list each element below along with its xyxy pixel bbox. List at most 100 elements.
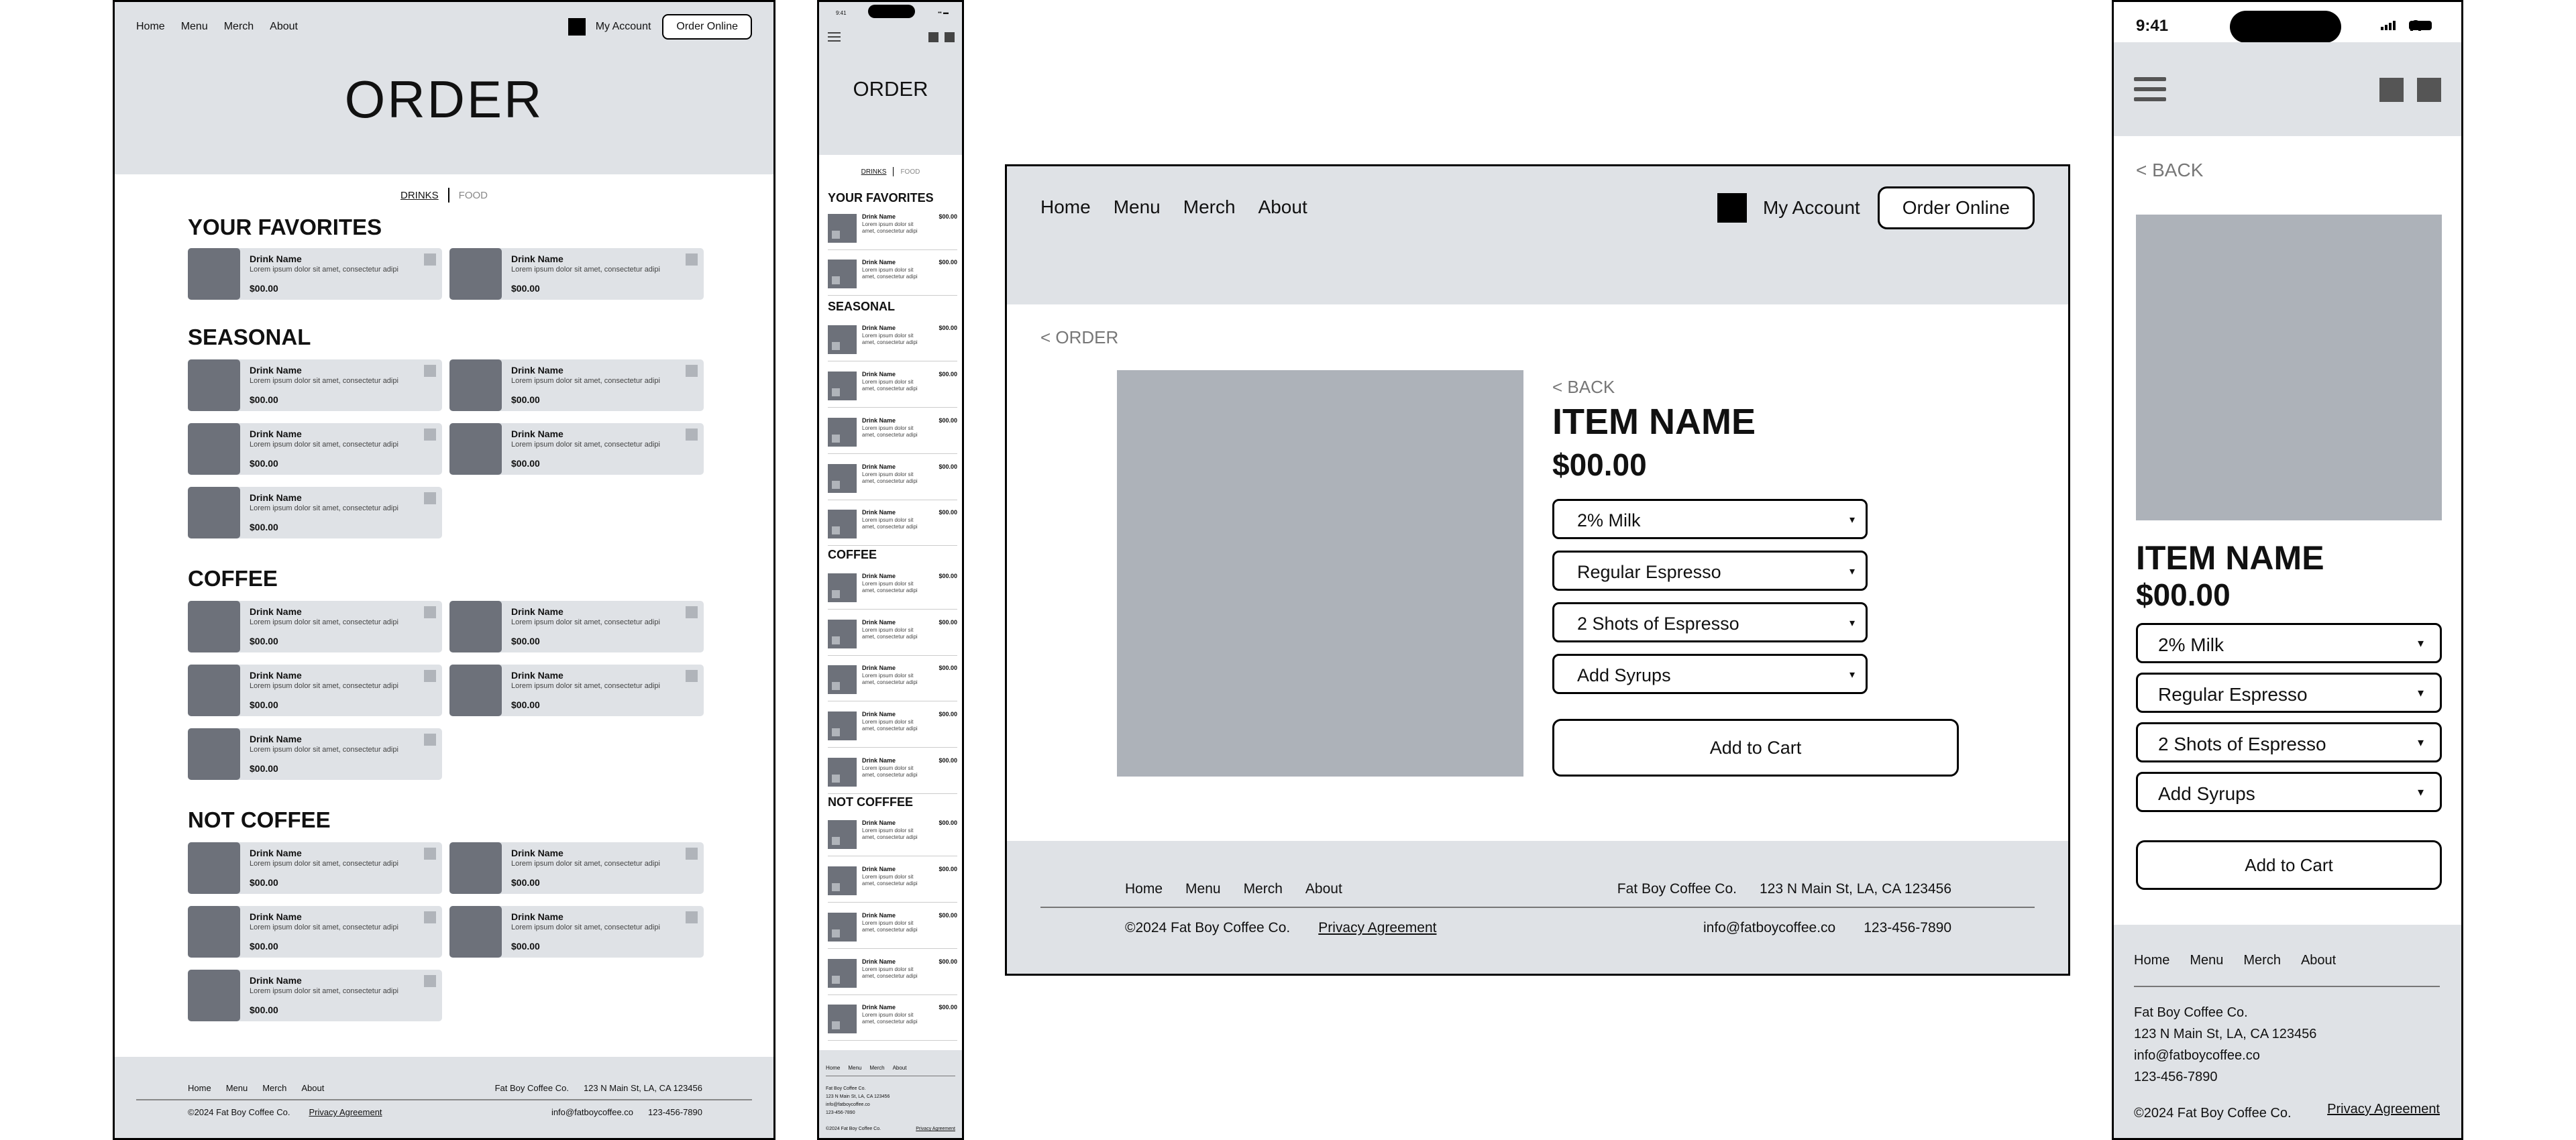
add-icon[interactable]	[686, 253, 698, 266]
drink-list-item[interactable]: Drink Name $00.00 Lorem ipsum dolor sit am…	[828, 462, 957, 501]
add-icon[interactable]	[424, 734, 436, 746]
footer-phone[interactable]: 123-456-7890	[1864, 920, 1951, 936]
drink-card[interactable]: Drink Name Lorem ipsum dolor sit amet, co…	[449, 359, 704, 411]
breadcrumb[interactable]: < ORDER	[1040, 327, 1118, 348]
drink-list-item[interactable]: Drink Name $00.00 Lorem ipsum dolor sit am…	[828, 258, 957, 296]
cart-icon[interactable]	[2417, 78, 2441, 102]
footer-nav-merch[interactable]: Merch	[869, 1065, 884, 1071]
drink-card[interactable]: Drink Name Lorem ipsum dolor sit amet, co…	[449, 906, 704, 958]
tab-drinks[interactable]: DRINKS	[400, 190, 439, 201]
drink-card[interactable]: Drink Name Lorem ipsum dolor sit amet, co…	[188, 423, 442, 475]
drink-card[interactable]: Drink Name Lorem ipsum dolor sit amet, co…	[449, 423, 704, 475]
add-icon[interactable]	[424, 606, 436, 618]
footer-nav-menu[interactable]: Menu	[848, 1065, 861, 1071]
drink-list-item[interactable]: Drink Name $00.00 Lorem ipsum dolor sit am…	[828, 212, 957, 251]
cart-icon[interactable]	[945, 32, 955, 42]
tab-drinks[interactable]: DRINKS	[861, 168, 887, 176]
my-account-link[interactable]: My Account	[596, 21, 651, 33]
add-icon[interactable]	[424, 492, 436, 504]
add-icon[interactable]	[686, 670, 698, 682]
drink-list-item[interactable]: Drink Name $00.00 Lorem ipsum dolor sit am…	[828, 1003, 957, 1041]
my-account-link[interactable]: My Account	[1763, 197, 1860, 219]
drink-list-item[interactable]: Drink Name $00.00 Lorem ipsum dolor sit am…	[828, 416, 957, 455]
option-select[interactable]: Add Syrups ▾	[2136, 772, 2442, 812]
drink-card[interactable]: Drink Name Lorem ipsum dolor sit amet, co…	[449, 248, 704, 300]
drink-list-item[interactable]: Drink Name $00.00 Lorem ipsum dolor sit am…	[828, 618, 957, 657]
nav-about[interactable]: About	[1258, 196, 1307, 218]
account-icon[interactable]	[1717, 193, 1747, 223]
option-select[interactable]: 2 Shots of Espresso ▾	[2136, 722, 2442, 762]
footer-email[interactable]: info@fatboycoffee.co	[551, 1107, 633, 1117]
option-select[interactable]: 2% Milk ▾	[1552, 499, 1868, 539]
nav-about[interactable]: About	[270, 21, 298, 33]
nav-merch[interactable]: Merch	[1183, 196, 1236, 218]
privacy-link[interactable]: Privacy Agreement	[309, 1107, 382, 1117]
drink-card[interactable]: Drink Name Lorem ipsum dolor sit amet, co…	[188, 665, 442, 716]
drink-list-item[interactable]: Drink Name $00.00 Lorem ipsum dolor sit am…	[828, 369, 957, 408]
drink-list-item[interactable]: Drink Name $00.00 Lorem ipsum dolor sit am…	[828, 508, 957, 547]
drink-card[interactable]: Drink Name Lorem ipsum dolor sit amet, co…	[188, 248, 442, 300]
footer-nav-menu[interactable]: Menu	[226, 1083, 248, 1093]
add-icon[interactable]	[424, 975, 436, 987]
option-select[interactable]: Regular Espresso ▾	[1552, 551, 1868, 591]
drink-card[interactable]: Drink Name Lorem ipsum dolor sit amet, co…	[449, 842, 704, 894]
footer-phone[interactable]: 123-456-7890	[826, 1110, 855, 1115]
option-select[interactable]: 2 Shots of Espresso ▾	[1552, 602, 1868, 642]
drink-list-item[interactable]: Drink Name $00.00 Lorem ipsum dolor sit am…	[828, 571, 957, 610]
footer-email[interactable]: info@fatboycoffee.co	[1703, 920, 1835, 936]
add-icon[interactable]	[686, 848, 698, 860]
back-link[interactable]: < BACK	[2136, 160, 2203, 181]
privacy-link[interactable]: Privacy Agreement	[2327, 1102, 2440, 1117]
drink-list-item[interactable]: Drink Name $00.00 Lorem ipsum dolor sit am…	[828, 709, 957, 748]
footer-nav-about[interactable]: About	[301, 1083, 324, 1093]
add-icon[interactable]	[424, 253, 436, 266]
privacy-link[interactable]: Privacy Agreement	[916, 1127, 955, 1131]
hamburger-menu-icon[interactable]	[828, 32, 841, 42]
nav-home[interactable]: Home	[1040, 196, 1091, 218]
drink-card[interactable]: Drink Name Lorem ipsum dolor sit amet, co…	[449, 665, 704, 716]
option-select[interactable]: Add Syrups ▾	[1552, 654, 1868, 694]
option-select[interactable]: Regular Espresso ▾	[2136, 673, 2442, 713]
add-icon[interactable]	[686, 365, 698, 377]
add-to-cart-button[interactable]: Add to Cart	[1552, 719, 1959, 777]
footer-nav-about[interactable]: About	[1305, 881, 1342, 897]
footer-nav-merch[interactable]: Merch	[1244, 881, 1283, 897]
footer-nav-home[interactable]: Home	[826, 1065, 840, 1071]
footer-nav-home[interactable]: Home	[1125, 881, 1163, 897]
option-select[interactable]: 2% Milk ▾	[2136, 623, 2442, 663]
add-icon[interactable]	[424, 911, 436, 923]
drink-list-item[interactable]: Drink Name $00.00 Lorem ipsum dolor sit am…	[828, 818, 957, 857]
add-icon[interactable]	[686, 429, 698, 441]
drink-list-item[interactable]: Drink Name $00.00 Lorem ipsum dolor sit am…	[828, 911, 957, 950]
footer-phone[interactable]: 123-456-7890	[648, 1107, 702, 1117]
footer-nav-menu[interactable]: Menu	[1185, 881, 1221, 897]
drink-card[interactable]: Drink Name Lorem ipsum dolor sit amet, co…	[188, 359, 442, 411]
tab-food[interactable]: FOOD	[900, 168, 920, 176]
footer-nav-merch[interactable]: Merch	[262, 1083, 286, 1093]
footer-phone[interactable]: 123-456-7890	[2134, 1070, 2218, 1085]
account-icon[interactable]	[928, 32, 938, 42]
add-icon[interactable]	[424, 429, 436, 441]
footer-nav-home[interactable]: Home	[188, 1083, 211, 1093]
drink-list-item[interactable]: Drink Name $00.00 Lorem ipsum dolor sit am…	[828, 864, 957, 903]
add-icon[interactable]	[424, 365, 436, 377]
drink-card[interactable]: Drink Name Lorem ipsum dolor sit amet, co…	[188, 906, 442, 958]
drink-card[interactable]: Drink Name Lorem ipsum dolor sit amet, co…	[188, 970, 442, 1021]
add-icon[interactable]	[424, 848, 436, 860]
drink-list-item[interactable]: Drink Name $00.00 Lorem ipsum dolor sit am…	[828, 957, 957, 996]
footer-nav-about[interactable]: About	[893, 1065, 907, 1071]
nav-merch[interactable]: Merch	[224, 21, 254, 33]
add-to-cart-button[interactable]: Add to Cart	[2136, 840, 2442, 890]
drink-list-item[interactable]: Drink Name $00.00 Lorem ipsum dolor sit am…	[828, 756, 957, 795]
footer-nav-about[interactable]: About	[2301, 953, 2336, 968]
drink-card[interactable]: Drink Name Lorem ipsum dolor sit amet, co…	[188, 728, 442, 780]
back-link[interactable]: < BACK	[1552, 377, 1615, 398]
drink-card[interactable]: Drink Name Lorem ipsum dolor sit amet, co…	[188, 842, 442, 894]
footer-email[interactable]: info@fatboycoffee.co	[2134, 1048, 2260, 1064]
nav-home[interactable]: Home	[136, 21, 165, 33]
drink-card[interactable]: Drink Name Lorem ipsum dolor sit amet, co…	[188, 601, 442, 652]
add-icon[interactable]	[686, 606, 698, 618]
add-icon[interactable]	[424, 670, 436, 682]
account-icon[interactable]	[568, 18, 586, 36]
order-online-button[interactable]: Order Online	[662, 14, 752, 40]
